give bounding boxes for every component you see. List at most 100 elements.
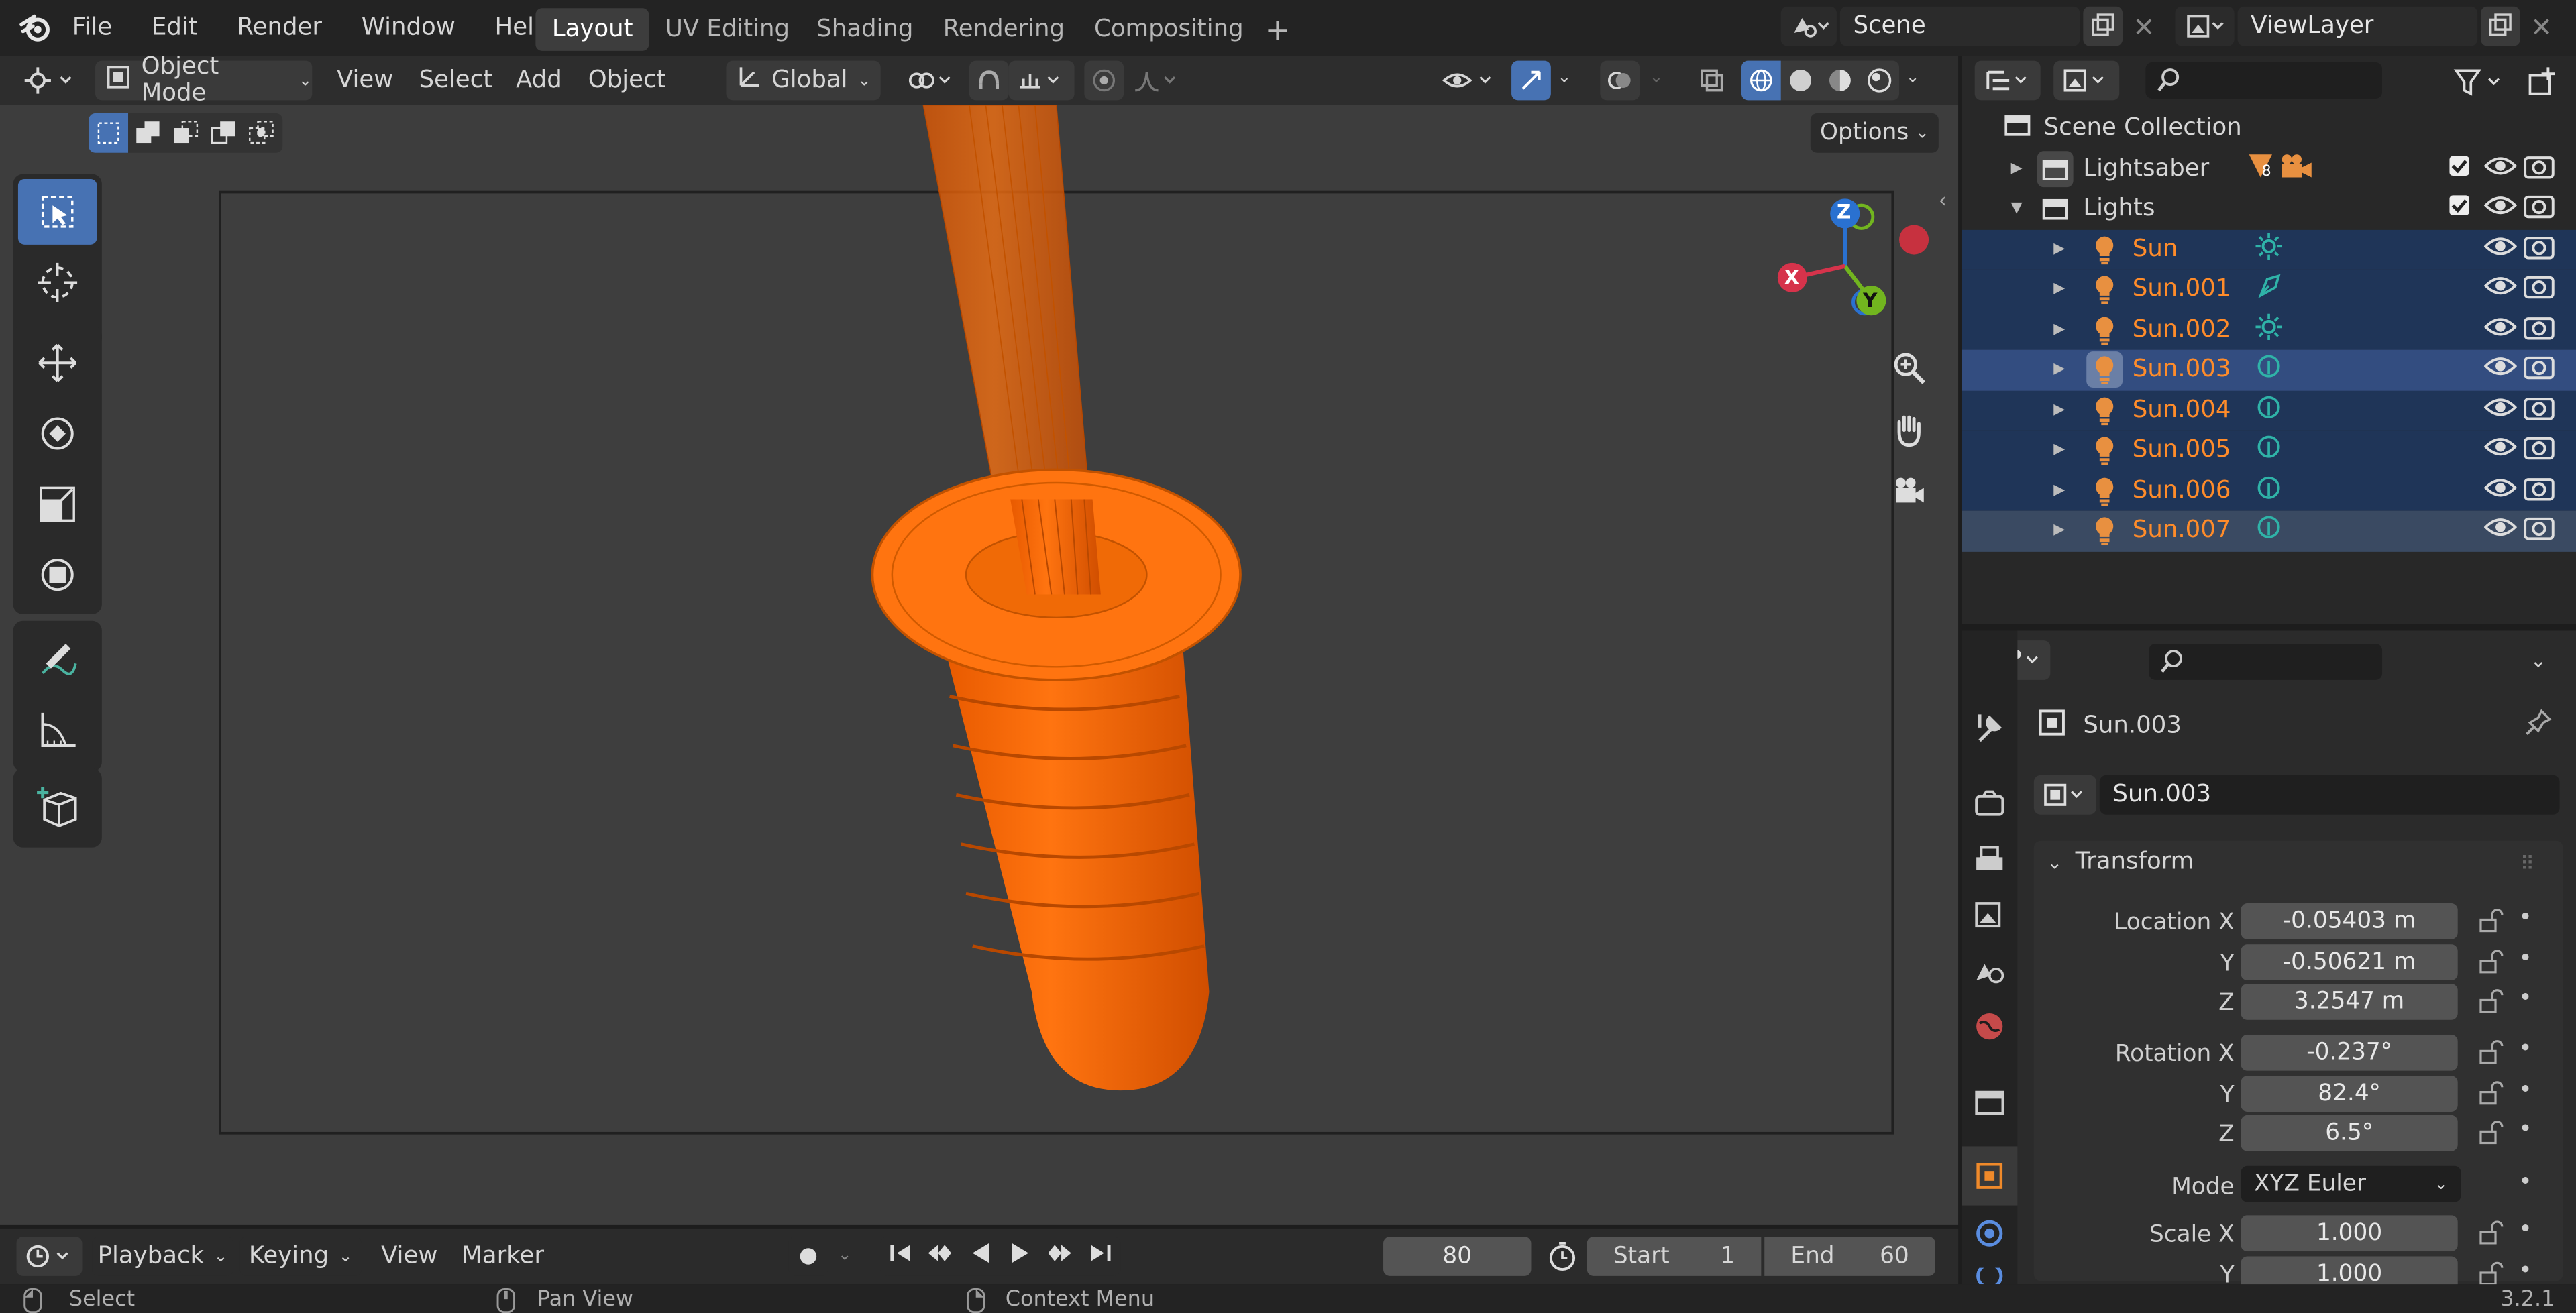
render-camera-icon[interactable] [2524, 313, 2557, 346]
tab-compositing[interactable]: Compositing [1078, 8, 1260, 51]
duplicate-scene-icon[interactable] [2083, 6, 2123, 46]
snap-toggle-icon[interactable] [969, 60, 1009, 101]
menu-file[interactable]: File [52, 15, 131, 41]
sidebar-toggle-icon[interactable]: ‹ [1939, 190, 1947, 210]
menu-window[interactable]: Window [341, 15, 475, 41]
outliner-row-scene-collection[interactable]: Scene Collection [1962, 109, 2576, 149]
camera-view-icon[interactable] [1886, 469, 1932, 516]
pivot-point-icon[interactable] [897, 61, 963, 101]
eye-icon[interactable] [2483, 275, 2518, 304]
expand-arrow-icon[interactable]: ▶ [2053, 241, 2086, 257]
view-layer-tab-icon[interactable] [1972, 897, 2008, 933]
add-cube-tool-icon[interactable] [18, 773, 97, 839]
eye-icon[interactable] [2483, 235, 2518, 264]
output-tab-icon[interactable] [1972, 841, 2008, 877]
scene-name-field[interactable]: Scene [1839, 6, 2080, 46]
gizmo-neg-x-icon[interactable] [1899, 225, 1929, 255]
transform-panel-header[interactable]: ⌄ Transform [2047, 851, 2194, 875]
eye-icon[interactable] [2483, 396, 2518, 425]
lock-icon[interactable] [2477, 1080, 2504, 1111]
expand-arrow-icon[interactable]: ▶ [2053, 442, 2086, 458]
keyframe-dot-icon[interactable]: • [2518, 1257, 2532, 1283]
auto-keying-icon[interactable] [788, 1237, 828, 1276]
select-new-icon[interactable] [89, 113, 129, 153]
overlays-toggle-icon[interactable] [1600, 60, 1640, 101]
outliner-row-lightsaber[interactable]: ▶ Lightsaber 8 [1962, 149, 2576, 189]
outliner-row-lights[interactable]: ▼ Lights [1962, 189, 2576, 229]
display-mode-icon[interactable] [2053, 60, 2120, 101]
filter-icon[interactable] [2448, 66, 2514, 99]
collapse-arrow-icon[interactable]: ▼ [2011, 201, 2037, 217]
viewport-menu-object[interactable]: Object [588, 69, 666, 93]
pin-icon[interactable] [2524, 708, 2553, 744]
render-camera-icon[interactable] [2524, 394, 2557, 426]
visibility-filter-icon[interactable] [1436, 61, 1501, 101]
render-camera-icon[interactable] [2524, 273, 2557, 306]
timeline-menu-view[interactable]: View [381, 1245, 437, 1269]
tab-layout[interactable]: Layout [535, 8, 650, 51]
outliner-row-light[interactable]: ▶ Sun [1962, 229, 2576, 270]
render-camera-icon[interactable] [2524, 434, 2557, 467]
rotation-mode-dropdown[interactable]: XYZ Euler ⌄ [2241, 1165, 2461, 1202]
eye-icon[interactable] [2483, 315, 2518, 345]
outliner-row-light[interactable]: ▶ Sun.005 [1962, 430, 2576, 471]
outliner-row-light[interactable]: ▶ Sun.003 [1962, 349, 2576, 390]
viewport-menu-add[interactable]: Add [516, 69, 562, 93]
eye-icon[interactable] [2483, 476, 2518, 506]
add-workspace-icon[interactable]: + [1248, 8, 1306, 51]
render-camera-icon[interactable] [2524, 192, 2557, 225]
snap-target-icon[interactable] [1008, 60, 1075, 101]
proportional-editing-icon[interactable] [1084, 60, 1124, 101]
lock-icon[interactable] [2477, 1220, 2504, 1252]
jump-keyframe-forward-icon[interactable] [1046, 1240, 1075, 1273]
outliner-row-light[interactable]: ▶ Sun.007 [1962, 510, 2576, 551]
keyframe-dot-icon[interactable]: • [2518, 1076, 2532, 1102]
move-tool-icon[interactable] [18, 330, 97, 396]
outliner-row-light[interactable]: ▶ Sun.006 [1962, 470, 2576, 511]
expand-arrow-icon[interactable]: ▶ [2053, 482, 2086, 498]
select-intersect-icon[interactable] [241, 113, 279, 153]
menu-render[interactable]: Render [217, 15, 341, 41]
expand-arrow-icon[interactable]: ▶ [2053, 402, 2086, 418]
end-frame-field[interactable]: End 60 [1764, 1237, 1935, 1276]
expand-arrow-icon[interactable]: ▶ [2011, 160, 2037, 176]
select-invert-icon[interactable] [204, 113, 241, 153]
editor-type-icon[interactable] [16, 61, 82, 101]
lock-icon[interactable] [2477, 908, 2504, 939]
keyframe-dot-icon[interactable]: • [2518, 985, 2532, 1011]
rotation-x-field[interactable]: -0.237° [2241, 1034, 2458, 1071]
blender-logo-icon[interactable] [16, 10, 56, 46]
jump-start-icon[interactable] [887, 1240, 913, 1273]
viewport-canvas[interactable] [0, 105, 1958, 1225]
select-subtract-icon[interactable] [166, 113, 203, 153]
expand-arrow-icon[interactable]: ▶ [2053, 522, 2086, 538]
rotation-z-field[interactable]: 6.5° [2241, 1115, 2458, 1151]
delete-scene-icon[interactable]: ✕ [2126, 7, 2162, 46]
render-camera-icon[interactable] [2524, 474, 2557, 507]
exclude-checkbox-icon[interactable] [2448, 194, 2471, 224]
eye-icon[interactable] [2483, 436, 2518, 465]
keying-menu[interactable]: Keying ⌄ [239, 1237, 362, 1276]
expand-arrow-icon[interactable]: ▶ [2053, 321, 2086, 337]
duplicate-viewlayer-icon[interactable] [2480, 6, 2520, 46]
play-icon[interactable] [1007, 1240, 1033, 1273]
scale-x-field[interactable]: 1.000 [2241, 1215, 2458, 1252]
3d-viewport[interactable]: Options ⌄ Z Y X ‹ [0, 105, 1959, 1225]
eye-icon[interactable] [2483, 516, 2518, 546]
viewport-menu-select[interactable]: Select [419, 69, 492, 93]
rotation-y-field[interactable]: 82.4° [2241, 1074, 2458, 1111]
current-frame-field[interactable]: 80 [1383, 1237, 1532, 1276]
location-y-field[interactable]: -0.50621 m [2241, 943, 2458, 980]
mode-selector[interactable]: Object Mode ⌄ [95, 54, 313, 107]
falloff-curve-icon[interactable] [1127, 61, 1186, 101]
xray-toggle-icon[interactable] [1692, 61, 1731, 101]
play-reverse-icon[interactable] [968, 1240, 994, 1273]
location-z-field[interactable]: 3.2547 m [2241, 983, 2458, 1020]
pan-hand-icon[interactable] [1886, 407, 1932, 453]
timeline-menu-marker[interactable]: Marker [462, 1245, 544, 1269]
expand-arrow-icon[interactable]: ▶ [2053, 361, 2086, 378]
exclude-checkbox-icon[interactable] [2448, 154, 2471, 184]
render-camera-icon[interactable] [2524, 233, 2557, 266]
select-box-tool-icon[interactable] [17, 178, 97, 245]
viewlayer-selector-icon[interactable] [2175, 6, 2235, 46]
